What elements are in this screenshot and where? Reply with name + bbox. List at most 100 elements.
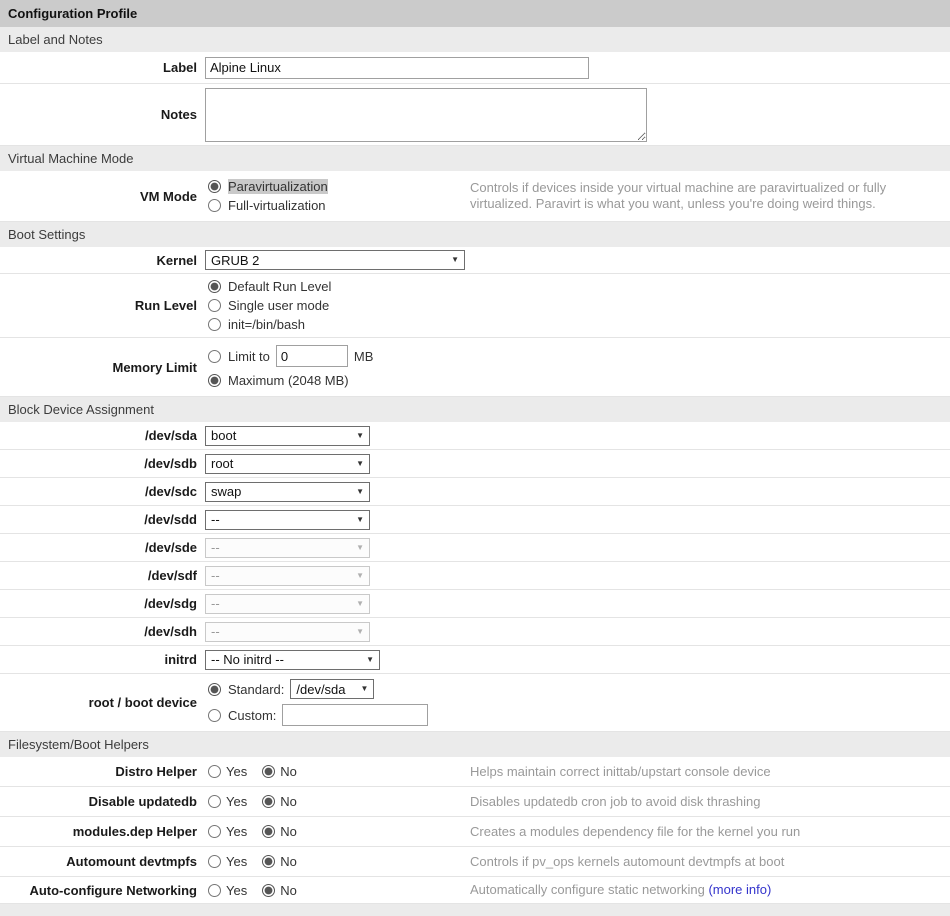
block-device-row-sdh: /dev/sdh -- ▼ [0,618,950,646]
kernel-select-value: GRUB 2 [211,253,259,268]
sdc-select[interactable]: swap ▼ [205,482,370,502]
notes-field-label: Notes [0,107,205,122]
chevron-down-icon: ▼ [356,544,364,552]
full-virtualization-radio[interactable] [208,199,221,212]
yes-label: Yes [226,794,247,809]
initrd-label: initrd [0,652,205,667]
helper-row-modules-dep: modules.dep Helper Yes No Creates a modu… [0,817,950,847]
yes-radio[interactable] [208,825,221,838]
no-radio[interactable] [262,884,275,897]
helper-label: Automount devtmpfs [0,854,205,869]
run-level-option-init-bash[interactable]: init=/bin/bash [205,315,331,334]
sdd-select[interactable]: -- ▼ [205,510,370,530]
chevron-down-icon: ▼ [366,656,374,664]
standard-root-device-value: /dev/sda [296,682,345,697]
initrd-select[interactable]: -- No initrd -- ▼ [205,650,380,670]
modules-dep-no[interactable]: No [259,824,297,839]
distro-helper-yes[interactable]: Yes [205,764,247,779]
sdb-select-value: root [211,456,233,471]
no-label: No [280,883,297,898]
standard-option-label: Standard: [228,682,284,697]
label-input[interactable] [205,57,589,79]
paravirtualization-radio[interactable] [208,180,221,193]
run-level-row: Run Level Default Run Level Single user … [0,274,950,338]
yes-label: Yes [226,883,247,898]
root-boot-device-label: root / boot device [0,695,205,710]
section-header-block-devices: Block Device Assignment [0,397,950,422]
automount-devtmpfs-no[interactable]: No [259,854,297,869]
helper-help-text: Automatically configure static networkin… [470,882,789,898]
block-device-row-sdg: /dev/sdg -- ▼ [0,590,950,618]
initrd-select-value: -- No initrd -- [211,652,284,667]
device-label: /dev/sde [0,540,205,555]
memory-limit-option-maximum[interactable]: Maximum (2048 MB) [205,371,373,390]
no-radio[interactable] [262,855,275,868]
notes-textarea[interactable] [205,88,647,142]
section-title: Boot Settings [8,227,85,242]
sdf-select-value: -- [211,568,220,583]
chevron-down-icon: ▼ [360,685,368,693]
yes-radio[interactable] [208,855,221,868]
footer-strip [0,904,950,916]
standard-root-device-select[interactable]: /dev/sda ▼ [290,679,374,699]
initrd-row: initrd -- No initrd -- ▼ [0,646,950,674]
helper-help-text: Disables updatedb cron job to avoid disk… [470,794,779,810]
kernel-select[interactable]: GRUB 2 ▼ [205,250,465,270]
memory-limit-option-limit-to[interactable]: Limit to MB [205,344,373,368]
limit-to-radio[interactable] [208,350,221,363]
custom-option-label: Custom: [228,708,276,723]
run-level-option-default[interactable]: Default Run Level [205,277,331,296]
more-info-link[interactable]: (more info) [708,882,771,897]
block-device-row-sda: /dev/sda boot ▼ [0,422,950,450]
sdh-select-value: -- [211,624,220,639]
limit-to-option-label: Limit to [228,349,270,364]
helper-row-disable-updatedb: Disable updatedb Yes No Disables updated… [0,787,950,817]
custom-root-radio[interactable] [208,709,221,722]
yes-label: Yes [226,764,247,779]
label-row: Label [0,52,950,84]
modules-dep-yes[interactable]: Yes [205,824,247,839]
helper-label: Distro Helper [0,764,205,779]
auto-configure-networking-no[interactable]: No [259,883,297,898]
no-radio[interactable] [262,825,275,838]
vm-mode-option-paravirtualization[interactable]: Paravirtualization [205,177,328,196]
chevron-down-icon: ▼ [356,516,364,524]
vm-mode-option-full-virtualization[interactable]: Full-virtualization [205,196,328,215]
block-device-row-sdd: /dev/sdd -- ▼ [0,506,950,534]
memory-limit-input[interactable] [276,345,348,367]
full-virtualization-option-label: Full-virtualization [228,198,326,213]
single-user-mode-option-label: Single user mode [228,298,329,313]
sda-select-value: boot [211,428,236,443]
distro-helper-no[interactable]: No [259,764,297,779]
disable-updatedb-yes[interactable]: Yes [205,794,247,809]
yes-radio[interactable] [208,795,221,808]
maximum-memory-radio[interactable] [208,374,221,387]
page-title: Configuration Profile [8,6,137,21]
disable-updatedb-no[interactable]: No [259,794,297,809]
init-bin-bash-radio[interactable] [208,318,221,331]
device-label: /dev/sdb [0,456,205,471]
root-device-option-standard[interactable]: Standard: /dev/sda ▼ [205,678,428,700]
kernel-label: Kernel [0,253,205,268]
run-level-label: Run Level [0,298,205,313]
custom-root-device-input[interactable] [282,704,428,726]
default-run-level-radio[interactable] [208,280,221,293]
no-radio[interactable] [262,765,275,778]
networking-help-text: Automatically configure static networkin… [470,882,708,897]
helper-label: modules.dep Helper [0,824,205,839]
sda-select[interactable]: boot ▼ [205,426,370,446]
sdg-select: -- ▼ [205,594,370,614]
single-user-mode-radio[interactable] [208,299,221,312]
root-device-option-custom[interactable]: Custom: [205,703,428,727]
notes-row: Notes [0,84,950,146]
sdg-select-value: -- [211,596,220,611]
no-radio[interactable] [262,795,275,808]
block-device-row-sde: /dev/sde -- ▼ [0,534,950,562]
sdb-select[interactable]: root ▼ [205,454,370,474]
run-level-option-single-user[interactable]: Single user mode [205,296,331,315]
automount-devtmpfs-yes[interactable]: Yes [205,854,247,869]
auto-configure-networking-yes[interactable]: Yes [205,883,247,898]
standard-root-radio[interactable] [208,683,221,696]
yes-radio[interactable] [208,765,221,778]
yes-radio[interactable] [208,884,221,897]
